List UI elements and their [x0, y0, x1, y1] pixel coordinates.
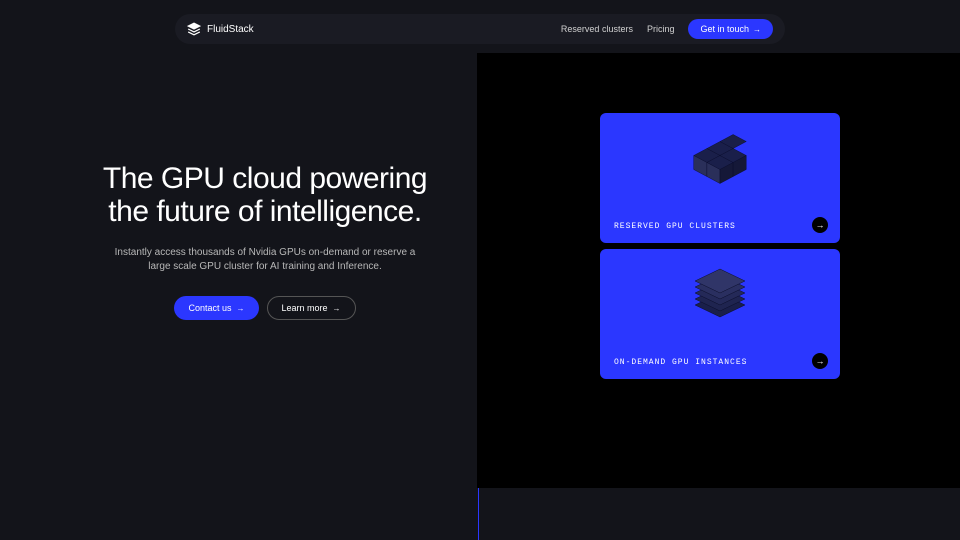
hero-subtitle: Instantly access thousands of Nvidia GPU… [85, 246, 445, 274]
top-nav: FluidStack Reserved clusters Pricing Get… [175, 14, 785, 44]
card-arrow-button[interactable]: → [812, 217, 828, 233]
get-in-touch-button[interactable]: Get in touch → [688, 19, 773, 39]
nav-pricing[interactable]: Pricing [647, 24, 675, 34]
hero-buttons: Contact us → Learn more → [85, 296, 445, 320]
arrow-right-icon: → [333, 304, 341, 313]
reserved-clusters-card[interactable]: RESERVED GPU CLUSTERS → [600, 113, 840, 243]
contact-us-button[interactable]: Contact us → [174, 296, 258, 320]
contact-label: Contact us [188, 303, 231, 313]
cta-label: Get in touch [700, 24, 749, 34]
card-label-reserved: RESERVED GPU CLUSTERS [614, 222, 736, 231]
arrow-right-icon: → [816, 356, 825, 366]
nav-right: Reserved clusters Pricing Get in touch → [561, 19, 773, 39]
arrow-right-icon: → [237, 304, 245, 313]
logo[interactable]: FluidStack [187, 22, 254, 36]
hero-text-block: The GPU cloud powering the future of int… [85, 162, 445, 320]
layer-stack-icon [680, 267, 760, 337]
ondemand-instances-card[interactable]: ON-DEMAND GPU INSTANCES → [600, 249, 840, 379]
brand-name: FluidStack [207, 24, 254, 35]
cube-cluster-icon [675, 131, 765, 201]
nav-reserved-clusters[interactable]: Reserved clusters [561, 24, 633, 34]
stack-logo-icon [187, 22, 201, 36]
learn-label: Learn more [282, 303, 328, 313]
hero-title: The GPU cloud powering the future of int… [85, 162, 445, 228]
learn-more-button[interactable]: Learn more → [267, 296, 356, 320]
card-arrow-button[interactable]: → [812, 353, 828, 369]
arrow-right-icon: → [753, 25, 761, 34]
vertical-divider [478, 488, 479, 540]
arrow-right-icon: → [816, 220, 825, 230]
card-label-ondemand: ON-DEMAND GPU INSTANCES [614, 358, 747, 367]
